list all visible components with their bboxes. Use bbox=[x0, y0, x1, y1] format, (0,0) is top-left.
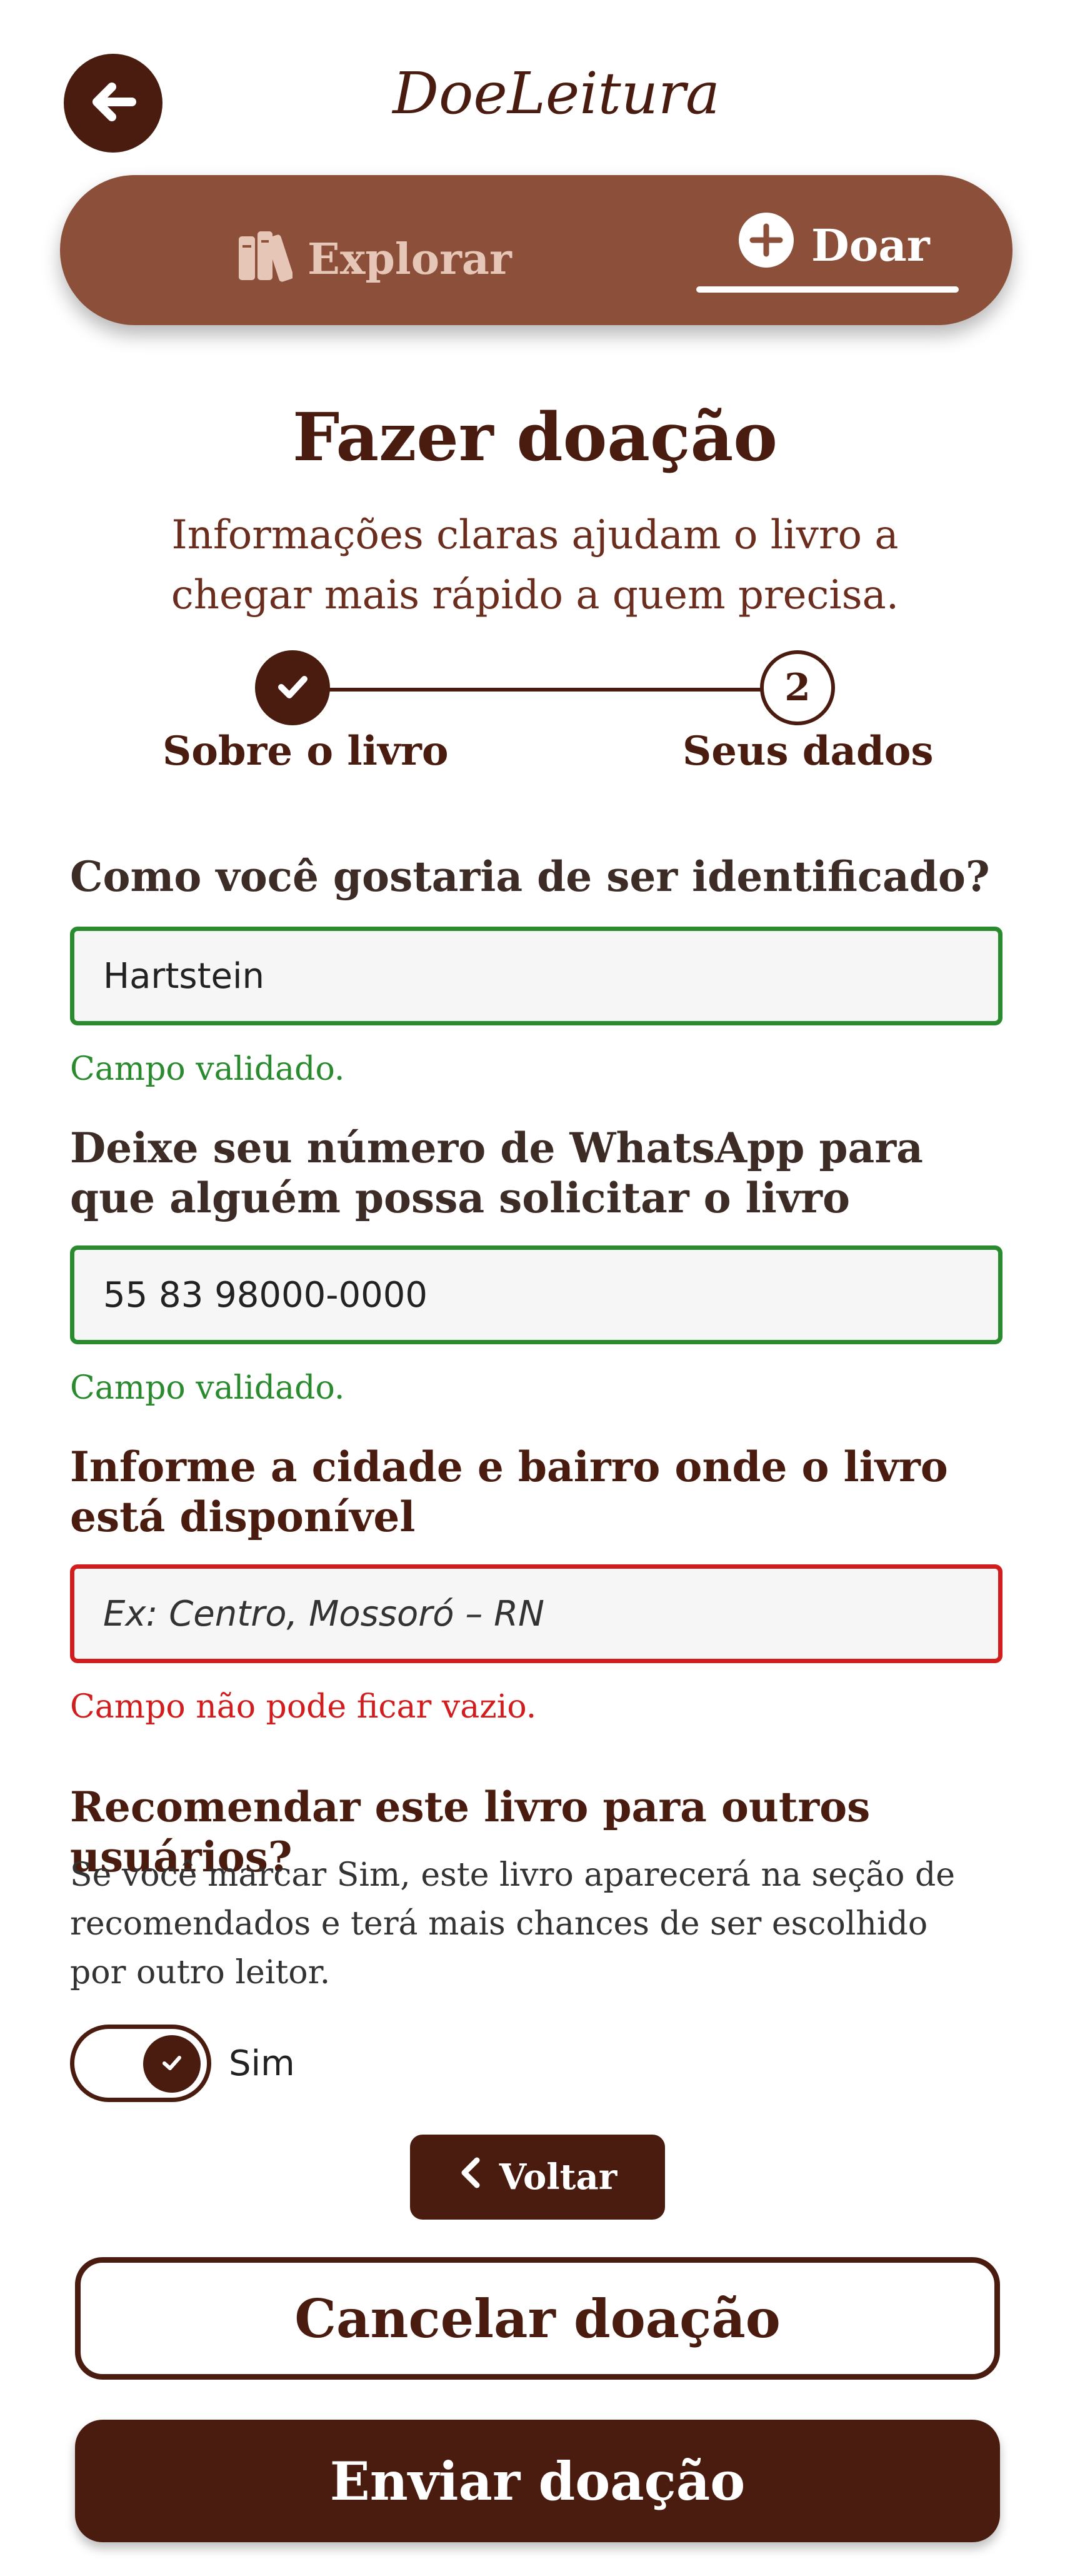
page-subtitle: Informações claras ajudam o livro a cheg… bbox=[171, 512, 899, 618]
name-label: Como você gostaria de ser identificado? bbox=[70, 852, 990, 901]
whatsapp-label: Deixe seu número de WhatsApp para que al… bbox=[70, 1124, 923, 1222]
stepper-line bbox=[292, 688, 798, 692]
location-label: Informe a cidade e bairro onde o livro e… bbox=[70, 1442, 948, 1541]
arrow-left-icon bbox=[83, 72, 143, 134]
check-icon bbox=[158, 2049, 186, 2079]
tab-doar[interactable]: Doar bbox=[736, 210, 930, 281]
check-icon bbox=[272, 667, 312, 709]
whatsapp-field[interactable]: 55 83 98000-0000 bbox=[70, 1245, 1002, 1344]
app-brand: DoeLeitura bbox=[392, 60, 720, 127]
plus-circle-icon bbox=[736, 210, 796, 281]
location-placeholder: Ex: Centro, Mossoró – RN bbox=[103, 1593, 544, 1634]
recommend-description: Se você marcar Sim, este livro aparecerá… bbox=[70, 1856, 956, 1991]
books-icon bbox=[235, 224, 294, 294]
active-tab-indicator bbox=[696, 286, 959, 293]
whatsapp-validation-message: Campo validado. bbox=[70, 1369, 345, 1407]
chevron-left-icon bbox=[458, 2156, 483, 2198]
tab-bar: Explorar Doar bbox=[60, 175, 1012, 325]
step-1-label: Sobre o livro bbox=[162, 728, 449, 775]
submit-donation-button[interactable]: Enviar doação bbox=[75, 2420, 1000, 2542]
step-2-label: Seus dados bbox=[682, 728, 934, 775]
name-field[interactable]: Hartstein bbox=[70, 927, 1002, 1025]
recommend-toggle-label: Sim bbox=[229, 2043, 295, 2084]
page-title: Fazer doação bbox=[292, 398, 778, 476]
name-value: Hartstein bbox=[103, 955, 265, 997]
location-error-message: Campo não pode ficar vazio. bbox=[70, 1688, 537, 1726]
whatsapp-value: 55 83 98000-0000 bbox=[103, 1274, 428, 1316]
back-button[interactable] bbox=[64, 54, 162, 153]
step-2-current: 2 bbox=[760, 650, 835, 725]
back-step-label: Voltar bbox=[499, 2156, 618, 2198]
cancel-donation-button[interactable]: Cancelar doação bbox=[75, 2257, 1000, 2380]
name-validation-message: Campo validado. bbox=[70, 1050, 345, 1088]
location-field[interactable]: Ex: Centro, Mossoró – RN bbox=[70, 1564, 1002, 1663]
recommend-toggle[interactable] bbox=[70, 2025, 211, 2102]
tab-explorar[interactable]: Explorar bbox=[235, 224, 512, 294]
toggle-knob bbox=[143, 2035, 201, 2093]
tab-doar-label: Doar bbox=[811, 219, 930, 271]
tab-explorar-label: Explorar bbox=[308, 234, 512, 284]
step-1-done bbox=[255, 650, 330, 725]
back-step-button[interactable]: Voltar bbox=[410, 2135, 665, 2220]
